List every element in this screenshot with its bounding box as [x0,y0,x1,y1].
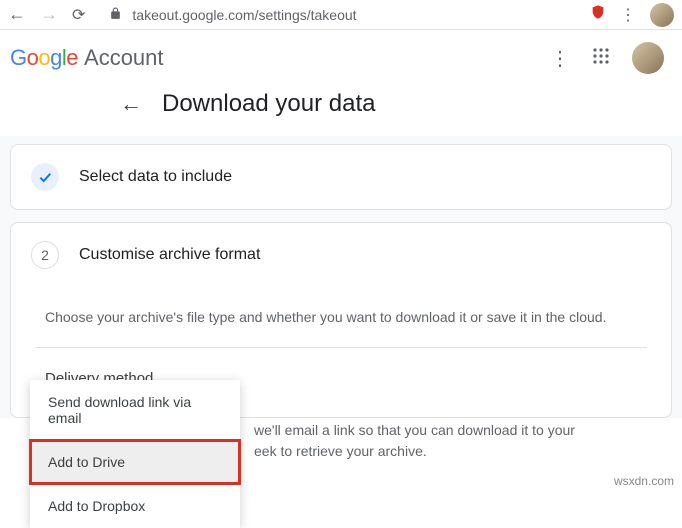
url-text: takeout.google.com/settings/takeout [132,7,356,23]
forward-icon[interactable]: → [40,4,58,25]
dropdown-option-dropbox[interactable]: Add to Dropbox [30,484,240,528]
step-1-card[interactable]: Select data to include [10,144,672,210]
extension-shield-icon[interactable] [590,4,606,25]
browser-toolbar: ← → ⟳ takeout.google.com/settings/takeou… [0,0,682,30]
app-header: Google Account ⋮ [0,30,682,86]
browser-profile-avatar[interactable] [650,3,674,27]
step-1-title: Select data to include [79,168,232,186]
address-bar[interactable]: takeout.google.com/settings/takeout [109,7,356,23]
reload-icon[interactable]: ⟳ [72,5,85,25]
more-menu-icon[interactable]: ⋮ [550,46,570,71]
main-content: Select data to include 2 Customise archi… [0,136,682,418]
lock-icon [109,7,122,23]
step-2-description: Choose your archive's file type and whet… [35,287,647,348]
browser-menu-icon[interactable]: ⋮ [620,5,636,25]
dropdown-option-email[interactable]: Send download link via email [30,380,240,440]
page-title-row: ← Download your data [0,86,682,136]
step-2-number-icon: 2 [31,241,59,269]
back-icon[interactable]: ← [8,4,26,25]
apps-grid-icon[interactable] [592,47,610,70]
delivery-explanation: we'll email a link so that you can downl… [254,420,594,462]
page-title: Download your data [162,90,375,118]
step-2-header[interactable]: 2 Customise archive format [11,223,671,287]
step-2-title: Customise archive format [79,246,260,264]
back-arrow-icon[interactable]: ← [120,91,142,117]
account-label: Account [84,45,164,71]
delivery-method-dropdown: Send download link via email Add to Driv… [30,380,240,528]
step-1-check-icon [31,163,59,191]
dropdown-option-drive[interactable]: Add to Drive [30,440,240,484]
account-avatar[interactable] [632,42,664,74]
watermark: wsxdn.com [614,474,674,488]
google-logo[interactable]: Google [10,45,78,71]
